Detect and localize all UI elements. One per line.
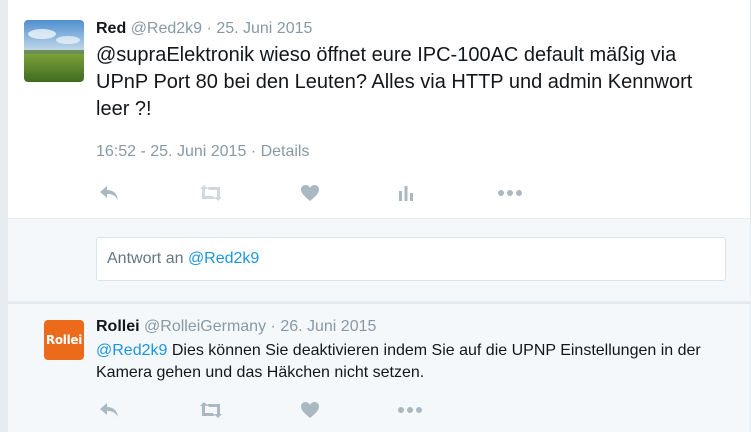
details-link[interactable]: Details — [261, 143, 310, 160]
reply-input[interactable]: Antwort an @Red2k9 — [96, 237, 726, 281]
avatar[interactable]: Rollei — [44, 320, 84, 360]
like-button[interactable] — [297, 182, 323, 204]
reply-header-separator: · — [270, 318, 276, 335]
reply-text: @Red2k9 Dies können Sie deaktivieren ind… — [96, 340, 736, 384]
reply-prefix: Antwort an — [107, 250, 184, 267]
reply-text-mention[interactable]: @Red2k9 — [96, 342, 167, 359]
tweet-meta: 16:52 - 25. Juni 2015 · Details — [96, 143, 309, 161]
retweet-button[interactable] — [198, 182, 224, 204]
retweet-icon — [200, 185, 222, 201]
meta-separator: · — [250, 143, 257, 160]
retweet-icon — [200, 402, 222, 418]
tweet-header: Red @Red2k9 · 25. Juni 2015 — [96, 20, 312, 38]
reply-area: Antwort an @Red2k9 — [8, 219, 750, 301]
retweet-button[interactable] — [198, 399, 224, 421]
reply-author-handle[interactable]: @RolleiGermany — [144, 318, 266, 335]
author-handle[interactable]: @Red2k9 — [131, 20, 202, 37]
author-name[interactable]: Red — [96, 20, 126, 37]
more-icon — [398, 407, 422, 413]
tweet-text: @supraElektronik wieso öffnet eure IPC-1… — [96, 44, 693, 120]
analytics-icon — [399, 186, 413, 201]
reply-author-name[interactable]: Rollei — [96, 318, 140, 335]
more-icon — [498, 190, 522, 196]
reply-tweet: Rollei Rollei @RolleiGermany · 26. Juni … — [8, 303, 750, 432]
tweet-date[interactable]: 25. Juni 2015 — [216, 20, 312, 37]
main-tweet: Red @Red2k9 · 25. Juni 2015 @supraElektr… — [8, 0, 751, 218]
reply-button[interactable] — [96, 182, 122, 204]
avatar[interactable] — [24, 20, 84, 82]
more-button[interactable] — [397, 399, 423, 421]
analytics-button[interactable] — [393, 182, 419, 204]
like-icon — [301, 402, 319, 418]
reply-icon — [100, 403, 118, 417]
reply-header: Rollei @RolleiGermany · 26. Juni 2015 — [96, 318, 376, 336]
more-button[interactable] — [497, 182, 523, 204]
reply-button[interactable] — [96, 399, 122, 421]
reply-mention: @Red2k9 — [187, 250, 260, 267]
reply-icon — [100, 186, 118, 200]
rollei-logo: Rollei — [45, 333, 83, 347]
like-icon — [301, 185, 319, 201]
reply-date[interactable]: 26. Juni 2015 — [280, 318, 376, 335]
avatar-image — [24, 20, 84, 82]
like-button[interactable] — [297, 399, 323, 421]
header-separator: · — [206, 20, 212, 37]
tweet-timestamp[interactable]: 16:52 - 25. Juni 2015 — [96, 143, 246, 160]
reply-text-body: Dies können Sie deaktivieren indem Sie a… — [96, 342, 701, 381]
